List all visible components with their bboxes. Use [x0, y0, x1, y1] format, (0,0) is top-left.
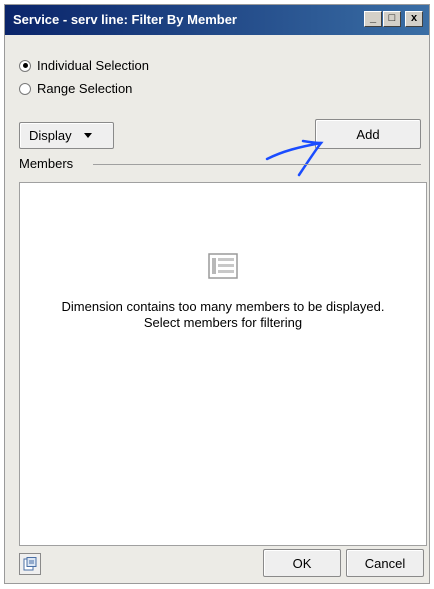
message-line-2: Select members for filtering	[143, 315, 303, 330]
display-dropdown-button[interactable]: Display	[19, 122, 114, 149]
radio-button-selected[interactable]	[19, 59, 31, 72]
close-button[interactable]: x	[405, 11, 423, 27]
minimize-button[interactable]: _	[364, 11, 382, 27]
annotation-arrow	[265, 139, 324, 177]
radio-label: Range Selection	[37, 81, 133, 96]
radio-range-selection[interactable]: Range Selection	[19, 81, 132, 96]
message-line-1: Dimension contains too many members to b…	[61, 299, 385, 314]
radio-label: Individual Selection	[37, 58, 150, 73]
members-group-border	[93, 164, 421, 165]
radio-individual-selection[interactable]: Individual Selection	[19, 58, 149, 73]
maximize-button[interactable]: □	[383, 11, 401, 27]
window-controls: _ □ x	[364, 11, 423, 27]
cancel-button[interactable]: Cancel	[346, 549, 424, 577]
display-label: Display	[29, 128, 72, 143]
window-title: Service - serv line: Filter By Member	[13, 12, 237, 27]
members-list[interactable]: Dimension contains too many members to b…	[19, 182, 427, 546]
help-button[interactable]	[19, 553, 41, 575]
members-group-label: Members	[19, 156, 76, 171]
chevron-down-icon	[83, 133, 92, 138]
filter-by-member-dialog: Service - serv line: Filter By Member _ …	[4, 4, 430, 584]
list-icon	[208, 253, 238, 279]
help-icon	[23, 557, 37, 571]
empty-members-message: Dimension contains too many members to b…	[20, 299, 426, 331]
title-bar[interactable]: Service - serv line: Filter By Member _ …	[5, 5, 429, 35]
ok-button[interactable]: OK	[263, 549, 341, 577]
radio-button[interactable]	[19, 82, 31, 95]
